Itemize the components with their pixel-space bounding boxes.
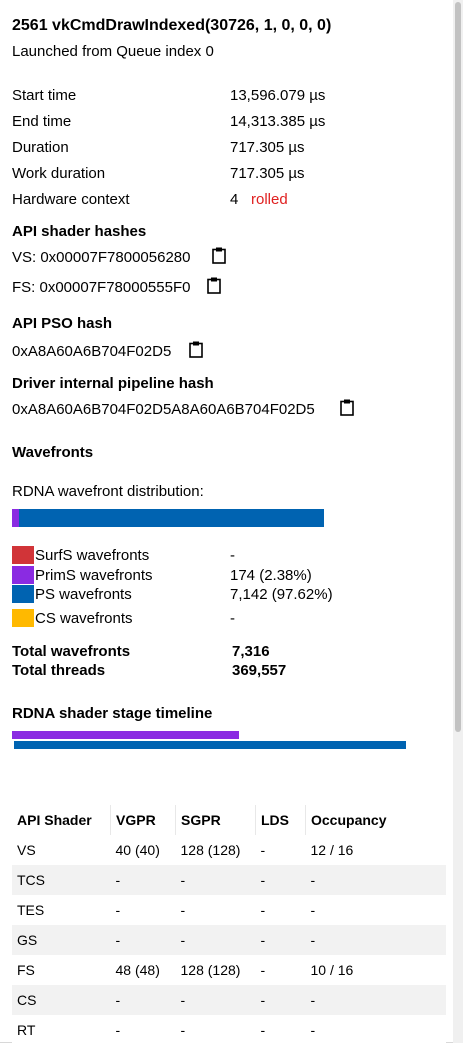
column-header-vgpr[interactable]: VGPR — [110, 805, 176, 835]
table-cell: FS — [17, 962, 35, 978]
table-cell: - — [260, 1022, 266, 1038]
column-header-api-shader[interactable]: API Shader — [12, 805, 111, 835]
table-row[interactable]: RT - - - - — [12, 1015, 446, 1045]
table-cell: RT — [17, 1022, 36, 1038]
table-row[interactable]: GS - - - - — [12, 925, 446, 955]
work-duration-label: Work duration — [12, 165, 106, 182]
table-row[interactable]: CS - - - - — [12, 985, 446, 1015]
hardware-context-label: Hardware context — [12, 191, 130, 208]
table-cell: TCS — [17, 872, 45, 888]
table-cell: 48 (48) — [115, 962, 160, 978]
cs-legend-label: CS wavefronts — [35, 610, 133, 627]
total-wavefronts-label: Total wavefronts — [12, 643, 131, 660]
cs-legend-value: - — [230, 610, 235, 627]
surfs-legend-value: - — [230, 547, 235, 564]
table-cell: 40 (40) — [115, 842, 160, 858]
table-cell: - — [310, 1022, 316, 1038]
table-cell: - — [115, 992, 121, 1008]
table-cell: VS — [17, 842, 36, 858]
table-cell: - — [180, 872, 186, 888]
driver-pipeline-hash-value: 0xA8A60A6B704F02D5A8A60A6B704F02D5 — [12, 401, 315, 418]
hardware-context-value: 4 — [230, 191, 239, 208]
distribution-segment-ps — [19, 509, 324, 527]
rolled-status: rolled — [251, 191, 288, 208]
distribution-segment-prims — [12, 509, 19, 527]
table-cell: - — [260, 992, 266, 1008]
table-cell: GS — [17, 932, 38, 948]
vs-hash: VS: 0x00007F7800056280 — [12, 249, 191, 266]
fs-hash: FS: 0x00007F78000555F0 — [12, 279, 191, 296]
start-time-label: Start time — [12, 87, 77, 104]
ps-legend-value: 7,142 (97.62%) — [230, 586, 333, 603]
table-cell: - — [310, 992, 316, 1008]
column-header-occupancy[interactable]: Occupancy — [306, 805, 447, 835]
table-cell: - — [180, 1022, 186, 1038]
timeline-bar-ps — [14, 741, 406, 749]
table-cell: - — [180, 932, 186, 948]
clipboard-icon[interactable] — [207, 277, 221, 294]
table-cell: - — [260, 842, 266, 858]
table-cell: 128 (128) — [180, 962, 241, 978]
table-cell: 12 / 16 — [310, 842, 354, 858]
table-cell: - — [115, 932, 121, 948]
wavefront-distribution-bar — [12, 509, 324, 527]
timeline-bar-prims — [12, 731, 239, 739]
clipboard-icon[interactable] — [212, 247, 226, 264]
ps-legend-label: PS wavefronts — [35, 586, 132, 603]
wavefronts-heading: Wavefronts — [12, 444, 94, 461]
total-threads-label: Total threads — [12, 662, 106, 679]
prims-swatch — [12, 566, 34, 584]
total-wavefronts-value: 7,316 — [232, 643, 270, 660]
wavefront-distribution-label: RDNA wavefront distribution: — [12, 483, 204, 500]
start-time-value: 13,596.079 µs — [230, 87, 326, 104]
table-cell: - — [310, 932, 316, 948]
table-cell: - — [115, 872, 121, 888]
table-cell: - — [310, 902, 316, 918]
end-time-label: End time — [12, 113, 72, 130]
prims-legend-label: PrimS wavefronts — [35, 567, 153, 584]
queue-info: Launched from Queue index 0 — [12, 43, 214, 60]
surfs-swatch — [12, 546, 34, 564]
clipboard-icon[interactable] — [340, 399, 354, 416]
event-title: 2561 vkCmdDrawIndexed(30726, 1, 0, 0, 0) — [12, 17, 332, 34]
clipboard-icon[interactable] — [189, 341, 203, 358]
prims-legend-value: 174 (2.38%) — [230, 567, 312, 584]
shader-stage-timeline — [12, 731, 406, 751]
table-cell: - — [115, 1022, 121, 1038]
table-cell: - — [115, 902, 121, 918]
total-threads-value: 369,557 — [232, 662, 287, 679]
table-header-row: API Shader VGPR SGPR LDS Occupancy — [12, 805, 446, 835]
pso-hash-value: 0xA8A60A6B704F02D5 — [12, 343, 172, 360]
driver-pipeline-hash-heading: Driver internal pipeline hash — [12, 375, 214, 392]
duration-label: Duration — [12, 139, 69, 156]
table-row[interactable]: TES - - - - — [12, 895, 446, 925]
work-duration-value: 717.305 µs — [230, 165, 305, 182]
ps-swatch — [12, 585, 34, 603]
table-row[interactable]: FS 48 (48) 128 (128) - 10 / 16 — [12, 955, 446, 985]
table-cell: - — [260, 902, 266, 918]
table-cell: - — [260, 962, 266, 978]
table-cell: TES — [17, 902, 45, 918]
end-time-value: 14,313.385 µs — [230, 113, 326, 130]
table-cell: - — [180, 992, 186, 1008]
column-header-lds[interactable]: LDS — [255, 805, 306, 835]
api-pso-hash-heading: API PSO hash — [12, 315, 113, 332]
shader-timeline-heading: RDNA shader stage timeline — [12, 705, 213, 722]
table-cell: - — [310, 872, 316, 888]
table-cell: - — [180, 902, 186, 918]
table-cell: 128 (128) — [180, 842, 241, 858]
table-cell: 10 / 16 — [310, 962, 354, 978]
shader-resource-table: API Shader VGPR SGPR LDS Occupancy VS 40… — [12, 805, 446, 1045]
column-header-sgpr[interactable]: SGPR — [175, 805, 256, 835]
table-cell: - — [260, 932, 266, 948]
scrollbar-thumb[interactable] — [455, 2, 461, 732]
table-row[interactable]: VS 40 (40) 128 (128) - 12 / 16 — [12, 835, 446, 865]
table-row[interactable]: TCS - - - - — [12, 865, 446, 895]
table-cell: CS — [17, 992, 37, 1008]
duration-value: 717.305 µs — [230, 139, 305, 156]
table-cell: - — [260, 872, 266, 888]
surfs-legend-label: SurfS wavefronts — [35, 547, 150, 564]
api-shader-hashes-heading: API shader hashes — [12, 223, 147, 240]
cs-swatch — [12, 609, 34, 627]
